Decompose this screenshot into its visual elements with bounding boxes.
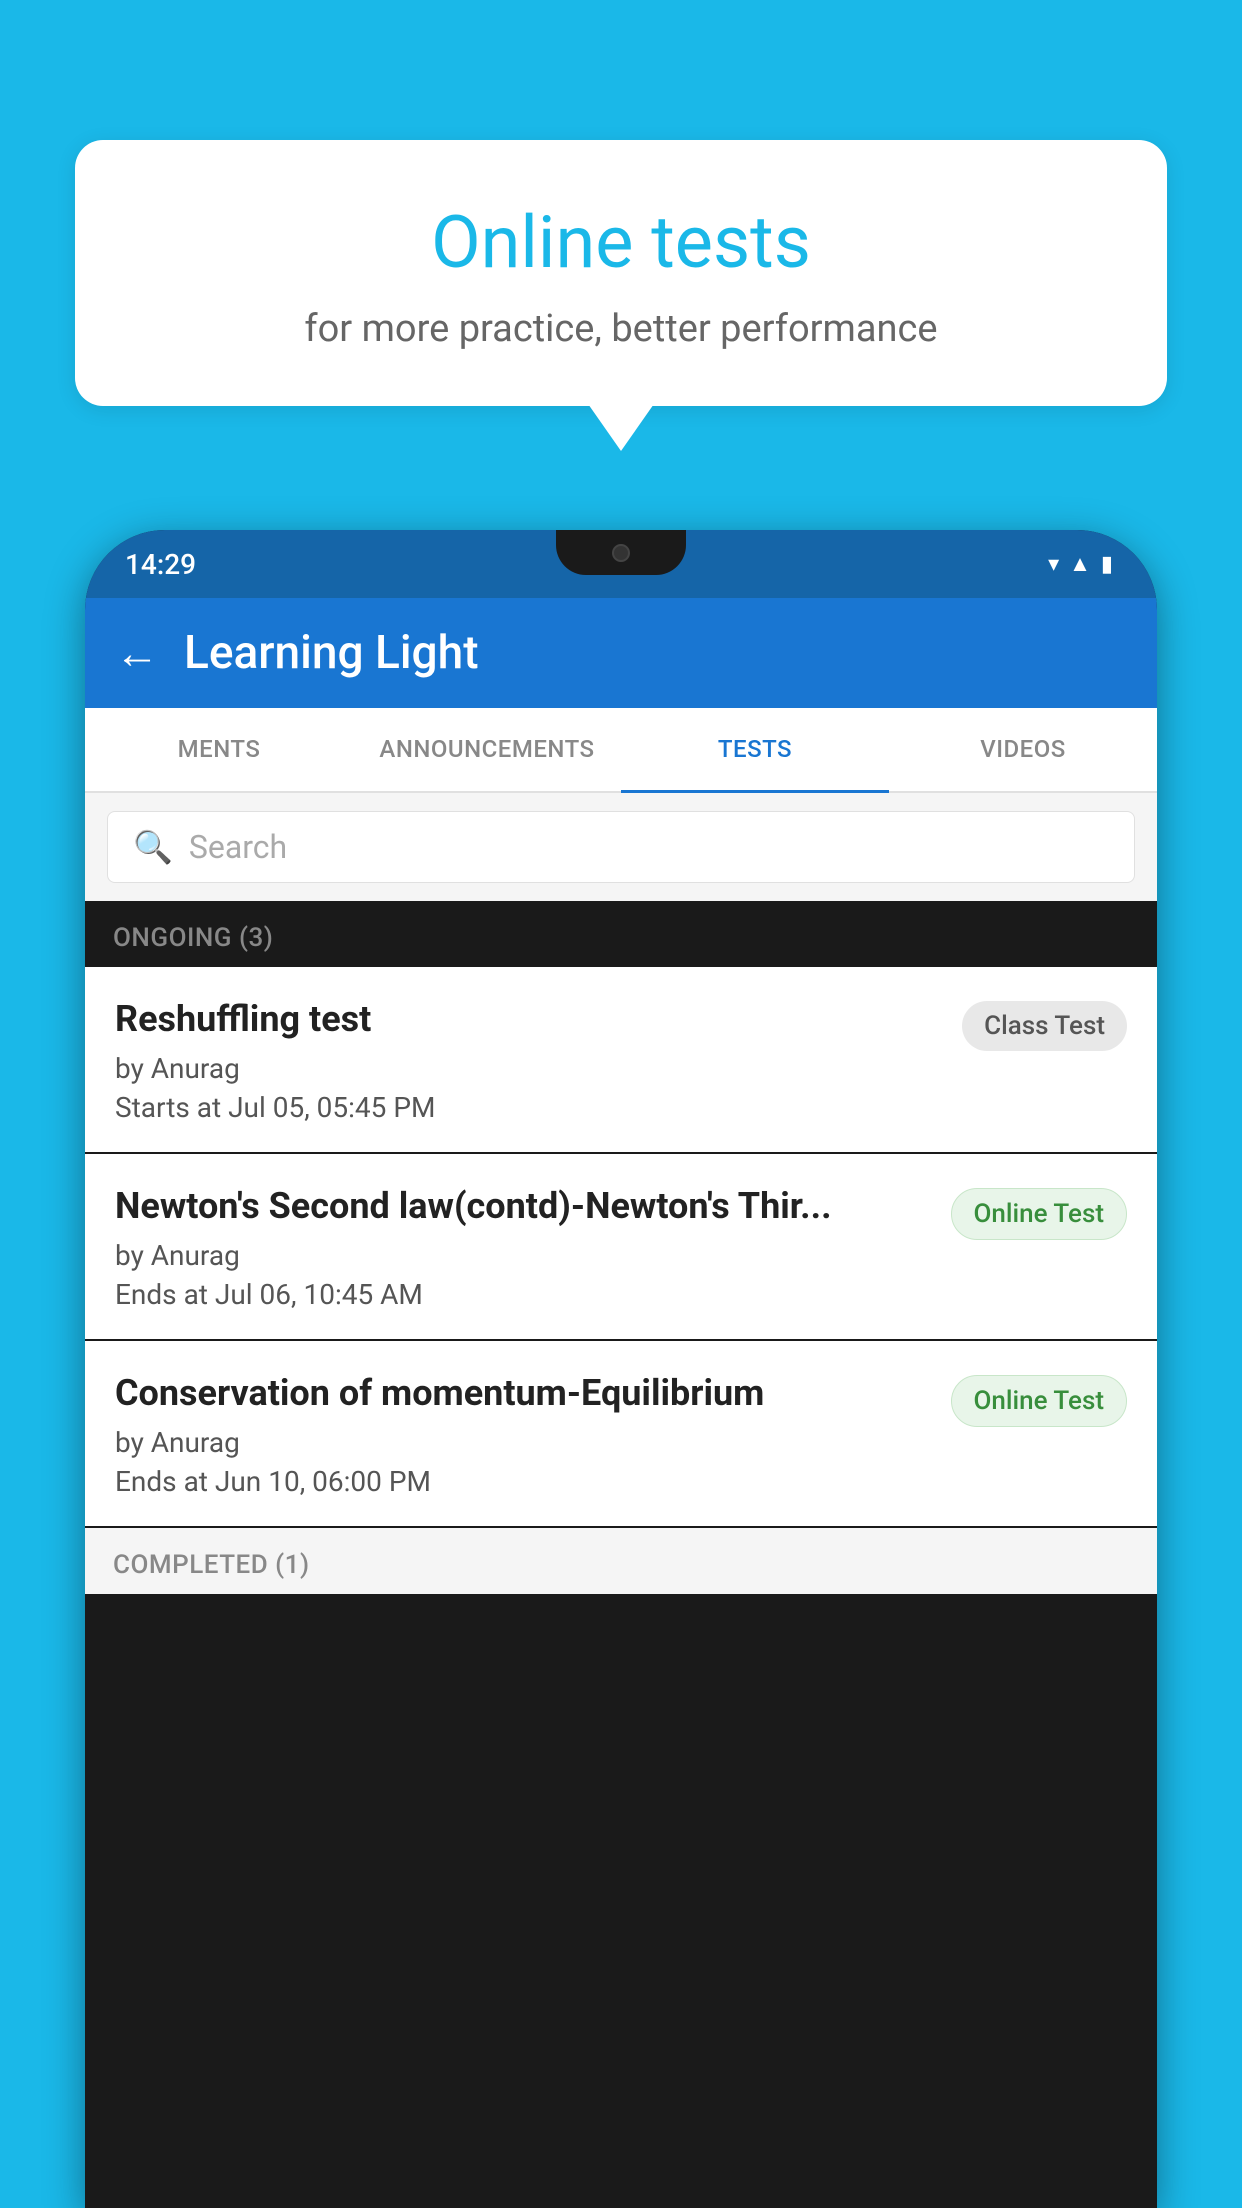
test-card-2-author: by Anurag [115,1239,931,1272]
test-card-1-author: by Anurag [115,1052,942,1085]
app-bar: ← Learning Light [85,598,1157,708]
ongoing-section-header: ONGOING (3) [85,901,1157,967]
tab-announcements[interactable]: ANNOUNCEMENTS [353,708,621,793]
tabs-container: MENTS ANNOUNCEMENTS TESTS VIDEOS [85,708,1157,793]
completed-section-header: COMPLETED (1) [85,1528,1157,1594]
test-card-2-info: Newton's Second law(contd)-Newton's Thir… [115,1184,951,1311]
test-card-3-time: Ends at Jun 10, 06:00 PM [115,1465,931,1498]
test-card-1[interactable]: Reshuffling test by Anurag Starts at Jul… [85,967,1157,1152]
phone-inner: 14:29 ▾ ▲ ▮ ← Learning Light MENTS ANNOU… [85,530,1157,2208]
test-card-2[interactable]: Newton's Second law(contd)-Newton's Thir… [85,1154,1157,1339]
status-bar: 14:29 ▾ ▲ ▮ [85,530,1157,598]
badge-class-test-1: Class Test [962,1001,1127,1051]
tab-ments[interactable]: MENTS [85,708,353,793]
badge-online-test-3: Online Test [951,1375,1128,1427]
bubble-subtitle: for more practice, better performance [125,307,1117,351]
test-card-3-title: Conservation of momentum-Equilibrium [115,1371,931,1416]
tab-videos[interactable]: VIDEOS [889,708,1157,793]
search-input[interactable]: 🔍 Search [107,811,1135,883]
search-icon: 🔍 [133,828,173,866]
bubble-title: Online tests [125,200,1117,285]
app-bar-title: Learning Light [184,626,479,680]
signal-icon: ▲ [1069,551,1091,577]
speech-bubble-container: Online tests for more practice, better p… [75,140,1167,406]
search-placeholder-text: Search [189,828,287,866]
badge-online-test-2: Online Test [951,1188,1128,1240]
notch [556,530,686,575]
test-card-2-title: Newton's Second law(contd)-Newton's Thir… [115,1184,931,1229]
test-card-1-info: Reshuffling test by Anurag Starts at Jul… [115,997,962,1124]
status-time: 14:29 [125,548,196,581]
back-button[interactable]: ← [115,627,159,679]
test-card-3-author: by Anurag [115,1426,931,1459]
search-area: 🔍 Search [85,793,1157,901]
test-card-3-info: Conservation of momentum-Equilibrium by … [115,1371,951,1498]
test-card-1-time: Starts at Jul 05, 05:45 PM [115,1091,942,1124]
test-card-2-time: Ends at Jul 06, 10:45 AM [115,1278,931,1311]
test-card-3[interactable]: Conservation of momentum-Equilibrium by … [85,1341,1157,1526]
tab-tests[interactable]: TESTS [621,708,889,793]
camera [612,544,630,562]
status-icons: ▾ ▲ ▮ [1048,551,1113,577]
battery-icon: ▮ [1101,552,1113,577]
wifi-icon: ▾ [1048,552,1059,577]
test-card-1-title: Reshuffling test [115,997,942,1042]
phone-frame: 14:29 ▾ ▲ ▮ ← Learning Light MENTS ANNOU… [85,530,1157,2208]
speech-bubble: Online tests for more practice, better p… [75,140,1167,406]
